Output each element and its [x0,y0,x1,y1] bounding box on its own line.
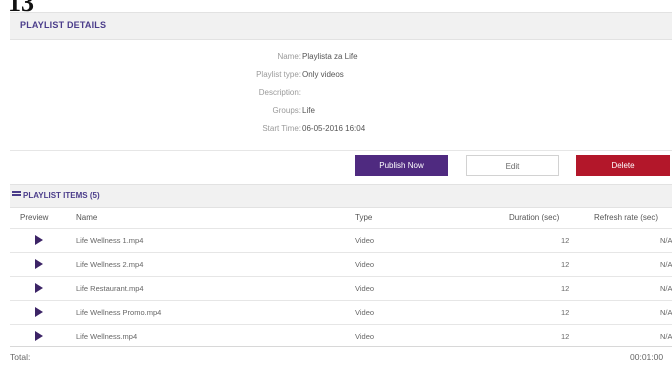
item-name: Life Wellness 2.mp4 [76,260,144,269]
detail-label: Start Time: [262,124,301,133]
detail-value-playlist-type: Only videos [302,70,344,79]
item-type: Video [355,284,375,293]
playlist-details-header: PLAYLIST DETAILS [10,12,672,40]
item-refresh-rate: N/A [660,284,672,293]
publish-now-button[interactable]: Publish Now [355,155,448,176]
item-duration: 12 [561,308,570,317]
detail-value-groups: Life [302,106,315,115]
detail-label: Description: [258,88,301,97]
column-header-name[interactable]: Name [76,213,97,222]
item-duration: 12 [561,284,570,293]
total-label: Total: [10,352,31,362]
table-row[interactable]: Life Restaurant.mp4 Video 12 N/A [10,276,672,300]
item-type: Video [355,260,375,269]
playlist-details-title: PLAYLIST DETAILS [20,20,107,30]
item-duration: 12 [561,260,570,269]
detail-row-groups: Groups: Life [10,106,672,118]
item-type: Video [355,308,375,317]
table-row[interactable]: Life Wellness 2.mp4 Video 12 N/A [10,252,672,276]
detail-value-start-time: 06-05-2016 16:04 [302,124,366,133]
play-icon[interactable] [35,259,43,269]
total-row: Total: 00:01:00 [10,346,672,366]
item-duration: 12 [561,236,570,245]
detail-label: Name: [277,52,301,61]
column-header-type[interactable]: Type [355,213,372,222]
item-refresh-rate: N/A [660,332,672,341]
detail-value-name: Playlista za Life [302,52,358,61]
detail-label: Playlist type: [256,70,301,79]
total-duration: 00:01:00 [630,352,664,362]
item-type: Video [355,236,375,245]
playlist-items-title: PLAYLIST ITEMS (5) [23,191,100,200]
play-icon[interactable] [35,307,43,317]
item-type: Video [355,332,375,341]
play-icon[interactable] [35,235,43,245]
table-row[interactable]: Life Wellness Promo.mp4 Video 12 N/A [10,300,672,324]
column-header-refresh-rate[interactable]: Refresh rate (sec) [594,213,658,222]
list-icon [12,191,21,199]
detail-label: Groups: [272,106,301,115]
column-header-preview[interactable]: Preview [20,213,48,222]
item-duration: 12 [561,332,570,341]
detail-row-description: Description: [10,88,672,100]
delete-button[interactable]: Delete [576,155,670,176]
item-name: Life Wellness 1.mp4 [76,236,144,245]
edit-button[interactable]: Edit [466,155,559,176]
item-refresh-rate: N/A [660,260,672,269]
item-name: Life Restaurant.mp4 [76,284,144,293]
table-row[interactable]: Life Wellness.mp4 Video 12 N/A [10,324,672,348]
detail-row-playlist-type: Playlist type: Only videos [10,70,672,82]
detail-row-start-time: Start Time: 06-05-2016 16:04 [10,124,672,136]
item-refresh-rate: N/A [660,236,672,245]
item-refresh-rate: N/A [660,308,672,317]
play-icon[interactable] [35,283,43,293]
playlist-details-panel: Name: Playlista za Life Playlist type: O… [10,39,672,151]
playlist-items-header: PLAYLIST ITEMS (5) [10,184,672,208]
item-name: Life Wellness Promo.mp4 [76,308,162,317]
play-icon[interactable] [35,331,43,341]
column-header-duration[interactable]: Duration (sec) [509,213,559,222]
item-name: Life Wellness.mp4 [76,332,138,341]
detail-row-name: Name: Playlista za Life [10,52,672,64]
table-row[interactable]: Life Wellness 1.mp4 Video 12 N/A [10,228,672,252]
